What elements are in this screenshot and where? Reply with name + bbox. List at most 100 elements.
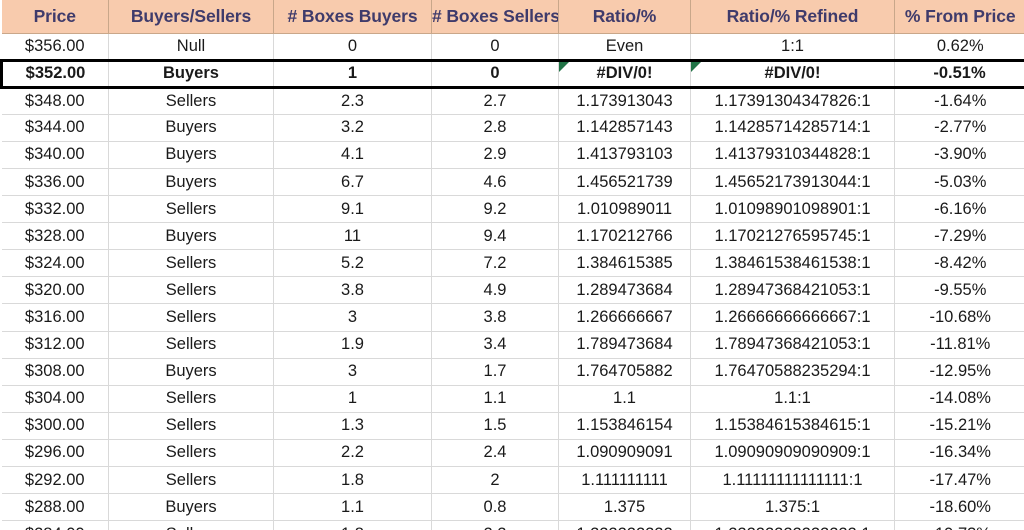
cell-sb[interactable]: 4.6 bbox=[431, 168, 559, 197]
cell-bb[interactable]: 1.8 bbox=[273, 520, 432, 530]
cell-ratio[interactable]: 1.142857143 bbox=[558, 114, 691, 142]
cell-bs[interactable]: Sellers bbox=[108, 385, 274, 413]
cell-sb[interactable]: 1.7 bbox=[431, 358, 559, 386]
column-header-bb[interactable]: # Boxes Buyers bbox=[273, 0, 432, 34]
cell-price[interactable]: $352.00 bbox=[0, 58, 109, 89]
cell-bb[interactable]: 6.7 bbox=[273, 168, 432, 197]
cell-pct[interactable]: -8.42% bbox=[894, 249, 1024, 278]
cell-sb[interactable]: 2.2 bbox=[431, 520, 559, 530]
cell-bb[interactable]: 1.8 bbox=[273, 466, 432, 495]
cell-pct[interactable]: -16.34% bbox=[894, 439, 1024, 468]
column-header-price[interactable]: Price bbox=[1, 0, 109, 34]
table-row[interactable]: $304.00 Sellers 1 1.1 1.1 1.1:1 -14.08% bbox=[1, 385, 1024, 413]
cell-bb[interactable]: 5.2 bbox=[273, 249, 432, 278]
cell-price[interactable]: $324.00 bbox=[1, 249, 109, 278]
cell-price[interactable]: $312.00 bbox=[1, 331, 109, 359]
cell-bs[interactable]: Buyers bbox=[108, 114, 274, 142]
cell-ratio[interactable]: 1.173913043 bbox=[558, 87, 691, 115]
cell-refined[interactable]: 1.09090909090909:1 bbox=[690, 439, 895, 468]
cell-price[interactable]: $308.00 bbox=[1, 358, 109, 386]
cell-sb[interactable]: 0 bbox=[431, 58, 559, 89]
cell-sb[interactable]: 7.2 bbox=[431, 249, 559, 278]
cell-pct[interactable]: -15.21% bbox=[894, 412, 1024, 440]
cell-bs[interactable]: Sellers bbox=[108, 276, 274, 305]
cell-sb[interactable]: 2.7 bbox=[431, 87, 559, 115]
cell-price[interactable]: $356.00 bbox=[1, 33, 109, 61]
table-row[interactable]: $328.00 Buyers 11 9.4 1.170212766 1.170212765… bbox=[1, 222, 1024, 251]
cell-bb[interactable]: 1.3 bbox=[273, 412, 432, 440]
cell-pct[interactable]: -6.16% bbox=[894, 195, 1024, 224]
cell-pct[interactable]: -10.68% bbox=[894, 303, 1024, 332]
table-row[interactable]: $312.00 Sellers 1.9 3.4 1.789473684 1.7894736… bbox=[1, 331, 1024, 359]
cell-pct[interactable]: -18.60% bbox=[894, 493, 1024, 522]
cell-price[interactable]: $284.00 bbox=[1, 520, 109, 530]
cell-ratio[interactable]: 1.222222222 bbox=[558, 520, 691, 530]
cell-bs[interactable]: Sellers bbox=[108, 520, 274, 530]
table-row[interactable]: $316.00 Sellers 3 3.8 1.266666667 1.266666666… bbox=[1, 303, 1024, 332]
table-row[interactable]: $288.00 Buyers 1.1 0.8 1.375 1.375:1 -18.60% bbox=[1, 493, 1024, 522]
table-row[interactable]: $356.00 Null 0 0 Even 1:1 0.62% bbox=[1, 33, 1024, 61]
table-row[interactable]: $348.00 Sellers 2.3 2.7 1.173913043 1.1739130… bbox=[1, 87, 1024, 115]
cell-pct[interactable]: -5.03% bbox=[894, 168, 1024, 197]
cell-refined[interactable]: 1.14285714285714:1 bbox=[690, 114, 895, 142]
cell-ratio[interactable]: 1.090909091 bbox=[558, 439, 691, 468]
cell-refined[interactable]: 1.26666666666667:1 bbox=[690, 303, 895, 332]
cell-ratio[interactable]: #DIV/0! bbox=[558, 58, 691, 89]
table-row[interactable]: $320.00 Sellers 3.8 4.9 1.289473684 1.2894736… bbox=[1, 276, 1024, 305]
column-header-refined[interactable]: Ratio/% Refined bbox=[690, 0, 895, 34]
cell-pct[interactable]: -12.95% bbox=[894, 358, 1024, 386]
cell-pct[interactable]: -2.77% bbox=[894, 114, 1024, 142]
column-header-pct[interactable]: % From Price bbox=[894, 0, 1024, 34]
cell-sb[interactable]: 1.1 bbox=[431, 385, 559, 413]
cell-refined[interactable]: 1.01098901098901:1 bbox=[690, 195, 895, 224]
table-row[interactable]: $296.00 Sellers 2.2 2.4 1.090909091 1.0909090… bbox=[1, 439, 1024, 468]
cell-bb[interactable]: 2.2 bbox=[273, 439, 432, 468]
table-row[interactable]: $300.00 Sellers 1.3 1.5 1.153846154 1.1538461… bbox=[1, 412, 1024, 440]
cell-price[interactable]: $332.00 bbox=[1, 195, 109, 224]
cell-bb[interactable]: 3 bbox=[273, 358, 432, 386]
cell-price[interactable]: $288.00 bbox=[1, 493, 109, 522]
cell-bs[interactable]: Buyers bbox=[108, 58, 274, 89]
cell-bb[interactable]: 1.1 bbox=[273, 493, 432, 522]
cell-bb[interactable]: 2.3 bbox=[273, 87, 432, 115]
cell-ratio[interactable]: 1.289473684 bbox=[558, 276, 691, 305]
cell-refined[interactable]: 1.78947368421053:1 bbox=[690, 331, 895, 359]
cell-pct[interactable]: -9.55% bbox=[894, 276, 1024, 305]
cell-bs[interactable]: Null bbox=[108, 33, 274, 61]
cell-ratio[interactable]: 1.266666667 bbox=[558, 303, 691, 332]
column-header-ratio[interactable]: Ratio/% bbox=[558, 0, 691, 34]
table-row[interactable]: $352.00 Buyers 1 0 #DIV/0! #DIV/0! -0.51% bbox=[0, 58, 1024, 89]
table-row[interactable]: $284.00Sellers1.82.21.2222222221.2222222… bbox=[1, 520, 1024, 530]
cell-refined[interactable]: 1.76470588235294:1 bbox=[690, 358, 895, 386]
cell-refined[interactable]: 1.15384615384615:1 bbox=[690, 412, 895, 440]
cell-sb[interactable]: 3.8 bbox=[431, 303, 559, 332]
cell-refined[interactable]: 1:1 bbox=[690, 33, 895, 61]
cell-bb[interactable]: 4.1 bbox=[273, 141, 432, 169]
table-row[interactable]: $332.00 Sellers 9.1 9.2 1.010989011 1.0109890… bbox=[1, 195, 1024, 224]
cell-ratio[interactable]: 1.111111111 bbox=[558, 466, 691, 495]
cell-ratio[interactable]: 1.1 bbox=[558, 385, 691, 413]
cell-bb[interactable]: 3.8 bbox=[273, 276, 432, 305]
cell-bs[interactable]: Buyers bbox=[108, 222, 274, 251]
cell-pct[interactable]: -3.90% bbox=[894, 141, 1024, 169]
column-header-sb[interactable]: # Boxes Sellers bbox=[431, 0, 559, 34]
table-row[interactable]: $324.00 Sellers 5.2 7.2 1.384615385 1.3846153… bbox=[1, 249, 1024, 278]
cell-bb[interactable]: 11 bbox=[273, 222, 432, 251]
table-row[interactable]: $344.00 Buyers 3.2 2.8 1.142857143 1.14285714… bbox=[1, 114, 1024, 142]
cell-sb[interactable]: 3.4 bbox=[431, 331, 559, 359]
cell-bb[interactable]: 9.1 bbox=[273, 195, 432, 224]
cell-bs[interactable]: Sellers bbox=[108, 331, 274, 359]
cell-bb[interactable]: 3 bbox=[273, 303, 432, 332]
cell-ratio[interactable]: 1.413793103 bbox=[558, 141, 691, 169]
cell-bs[interactable]: Sellers bbox=[108, 466, 274, 495]
cell-bs[interactable]: Buyers bbox=[108, 493, 274, 522]
cell-ratio[interactable]: Even bbox=[558, 33, 691, 61]
cell-price[interactable]: $320.00 bbox=[1, 276, 109, 305]
table-row[interactable]: $308.00 Buyers 3 1.7 1.764705882 1.7647058823… bbox=[1, 358, 1024, 386]
cell-pct[interactable]: -0.51% bbox=[894, 58, 1024, 89]
table-row[interactable]: $292.00 Sellers 1.8 2 1.111111111 1.111111111… bbox=[1, 466, 1024, 495]
cell-pct[interactable]: -11.81% bbox=[894, 331, 1024, 359]
cell-refined[interactable]: 1.28947368421053:1 bbox=[690, 276, 895, 305]
cell-sb[interactable]: 0.8 bbox=[431, 493, 559, 522]
cell-ratio[interactable]: 1.789473684 bbox=[558, 331, 691, 359]
